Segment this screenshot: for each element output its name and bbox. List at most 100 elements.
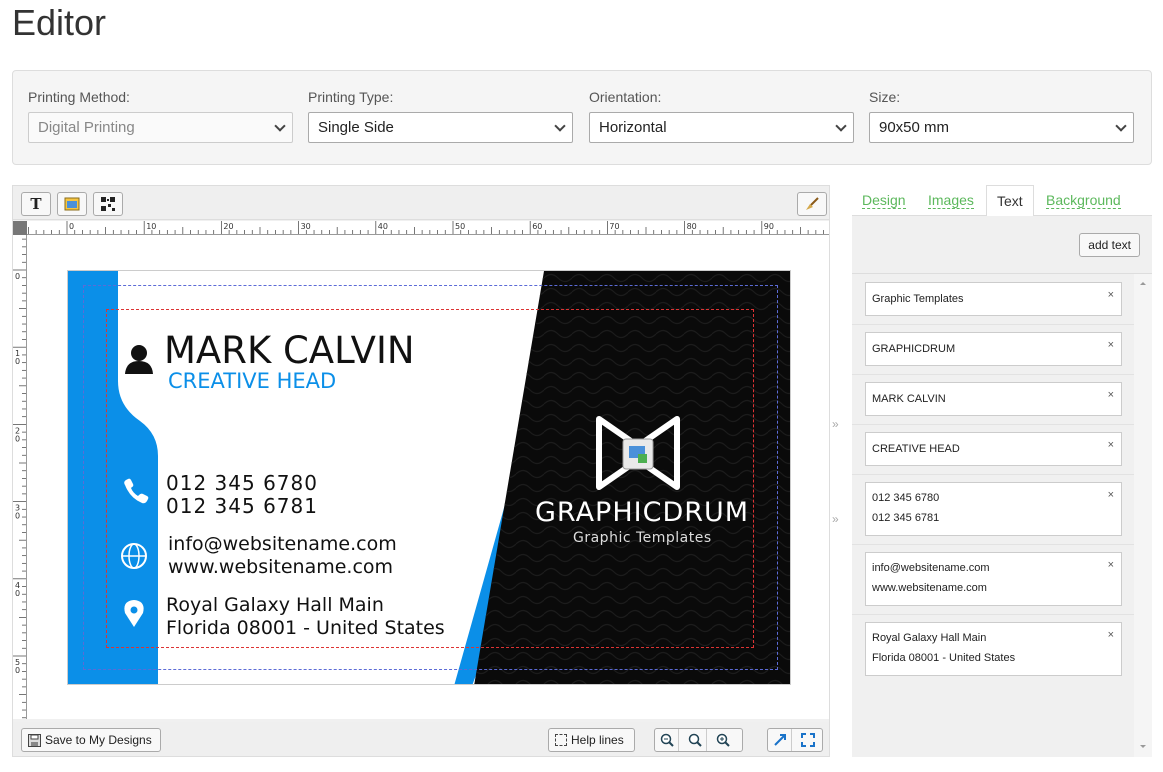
ruler-vertical-ticks: 01020304050	[13, 238, 26, 719]
tab-text-label: Text	[997, 193, 1023, 209]
chevron-down-icon	[835, 120, 847, 132]
tab-design[interactable]: Design	[852, 185, 916, 217]
print-options-bar: Printing Method: Digital Printing Printi…	[12, 70, 1152, 165]
remove-text-icon[interactable]: ×	[1108, 335, 1114, 355]
expand-arrow-icon[interactable]: »	[832, 512, 839, 526]
printing-method-label: Printing Method:	[28, 89, 130, 105]
size-group: Size: 90x50 mm	[869, 89, 1134, 143]
ruler-label: 90	[764, 222, 774, 231]
side-panel-tabs: Design Images Text Background	[852, 185, 1152, 217]
editor-toolbar: T	[13, 186, 829, 220]
save-to-my-designs-button[interactable]: Save to My Designs	[21, 728, 161, 752]
ruler-label: 80	[687, 222, 697, 231]
size-select[interactable]: 90x50 mm	[869, 112, 1134, 143]
text-layer-item[interactable]: Royal Galaxy Hall Main Florida 08001 - U…	[865, 622, 1122, 676]
ruler-label: 0	[15, 357, 20, 366]
text-layer-line: Graphic Templates	[872, 293, 964, 305]
remove-text-icon[interactable]: ×	[1108, 385, 1114, 405]
add-text-tool-button[interactable]: T	[21, 192, 51, 216]
orientation-select[interactable]: Horizontal	[589, 112, 854, 143]
scrollbar[interactable]	[1134, 274, 1152, 757]
broom-icon	[806, 197, 819, 210]
text-layer-item[interactable]: Graphic Templates ×	[865, 282, 1122, 316]
fit-view-button[interactable]	[768, 729, 792, 751]
text-layer-line: info@websitename.com	[872, 562, 990, 574]
list-divider	[852, 324, 1134, 325]
orientation-group: Orientation: Horizontal	[589, 89, 854, 143]
chevron-down-icon	[274, 120, 286, 132]
expand-arrow-icon[interactable]: »	[832, 417, 839, 431]
zoom-reset-icon	[688, 733, 702, 747]
fullscreen-button[interactable]	[796, 729, 820, 751]
add-text-button[interactable]: add text	[1079, 233, 1140, 257]
zoom-in-button[interactable]	[711, 729, 735, 751]
card-phone-2[interactable]: 012 345 6781	[166, 494, 318, 518]
qr-code-icon	[101, 197, 115, 211]
clear-canvas-button[interactable]	[797, 192, 827, 216]
printing-type-group: Printing Type: Single Side	[308, 89, 573, 143]
ruler-label: 0	[15, 589, 20, 598]
zoom-reset-button[interactable]	[683, 729, 707, 751]
remove-text-icon[interactable]: ×	[1108, 485, 1114, 505]
remove-text-icon[interactable]: ×	[1108, 555, 1114, 575]
help-lines-toggle[interactable]: Help lines	[548, 728, 635, 752]
text-layer-item[interactable]: MARK CALVIN ×	[865, 382, 1122, 416]
text-layer-item[interactable]: 012 345 6780 012 345 6781 ×	[865, 482, 1122, 536]
size-value: 90x50 mm	[879, 119, 950, 136]
card-website[interactable]: www.websitename.com	[168, 556, 393, 578]
card-address-1[interactable]: Royal Galaxy Hall Main	[166, 594, 384, 616]
text-layer-line: Florida 08001 - United States	[872, 652, 1016, 664]
printing-type-value: Single Side	[318, 119, 394, 136]
ruler-label: 0	[69, 222, 74, 231]
zoom-out-button[interactable]	[655, 729, 679, 751]
panel-splitter[interactable]: » »	[830, 185, 842, 757]
scroll-down-arrow-icon[interactable]	[1134, 742, 1152, 752]
zoom-controls	[654, 728, 743, 752]
printing-type-label: Printing Type:	[308, 89, 394, 105]
scroll-up-arrow-icon[interactable]	[1134, 278, 1152, 288]
view-controls	[767, 728, 823, 752]
remove-text-icon[interactable]: ×	[1108, 435, 1114, 455]
tab-text[interactable]: Text	[986, 185, 1034, 217]
text-layer-list: Graphic Templates × GRAPHICDRUM × MARK C…	[852, 274, 1134, 757]
editor-bottom-bar: Save to My Designs Help lines	[13, 722, 829, 756]
list-divider	[852, 424, 1134, 425]
design-canvas[interactable]: MARK CALVIN CREATIVE HEAD 012 345 6780 0…	[27, 235, 829, 719]
text-layer-item[interactable]: GRAPHICDRUM ×	[865, 332, 1122, 366]
image-tool-icon	[64, 197, 80, 211]
remove-text-icon[interactable]: ×	[1108, 625, 1114, 645]
card-phone-1[interactable]: 012 345 6780	[166, 471, 318, 495]
tab-background[interactable]: Background	[1036, 185, 1131, 217]
card-job-title[interactable]: CREATIVE HEAD	[168, 369, 336, 393]
add-image-tool-button[interactable]	[57, 192, 87, 216]
ruler-label: 10	[146, 222, 156, 231]
text-layer-item[interactable]: info@websitename.com www.websitename.com…	[865, 552, 1122, 606]
help-lines-checkbox[interactable]	[555, 734, 567, 746]
text-layer-line: Royal Galaxy Hall Main	[872, 632, 987, 644]
list-divider	[852, 374, 1134, 375]
list-divider	[852, 474, 1134, 475]
ruler-label: 0	[15, 666, 20, 675]
text-tool-icon: T	[30, 195, 42, 213]
ruler-label: 70	[609, 222, 619, 231]
business-card[interactable]: MARK CALVIN CREATIVE HEAD 012 345 6780 0…	[67, 270, 791, 685]
add-qr-code-button[interactable]	[93, 192, 123, 216]
text-panel-header: add text	[852, 216, 1152, 274]
remove-text-icon[interactable]: ×	[1108, 285, 1114, 305]
help-lines-label: Help lines	[571, 733, 624, 747]
tab-images[interactable]: Images	[918, 185, 984, 217]
card-name[interactable]: MARK CALVIN	[164, 329, 415, 372]
printing-type-select[interactable]: Single Side	[308, 112, 573, 143]
text-layer-line: GRAPHICDRUM	[872, 343, 956, 355]
text-layer-item[interactable]: CREATIVE HEAD ×	[865, 432, 1122, 466]
card-tagline[interactable]: Graphic Templates	[573, 530, 712, 546]
editor-workspace: T 0 10 20 30 40 50 60 70 80 90 01020304050	[12, 185, 830, 757]
card-address-2[interactable]: Florida 08001 - United States	[166, 617, 445, 639]
ruler-label: 40	[378, 222, 388, 231]
ruler-label: 60	[532, 222, 542, 231]
card-email[interactable]: info@websitename.com	[168, 533, 397, 555]
printing-method-select[interactable]: Digital Printing	[28, 112, 293, 143]
page-title: Editor	[12, 2, 107, 43]
card-brand[interactable]: GRAPHICDRUM	[535, 497, 749, 528]
text-layer-line: MARK CALVIN	[872, 393, 946, 405]
